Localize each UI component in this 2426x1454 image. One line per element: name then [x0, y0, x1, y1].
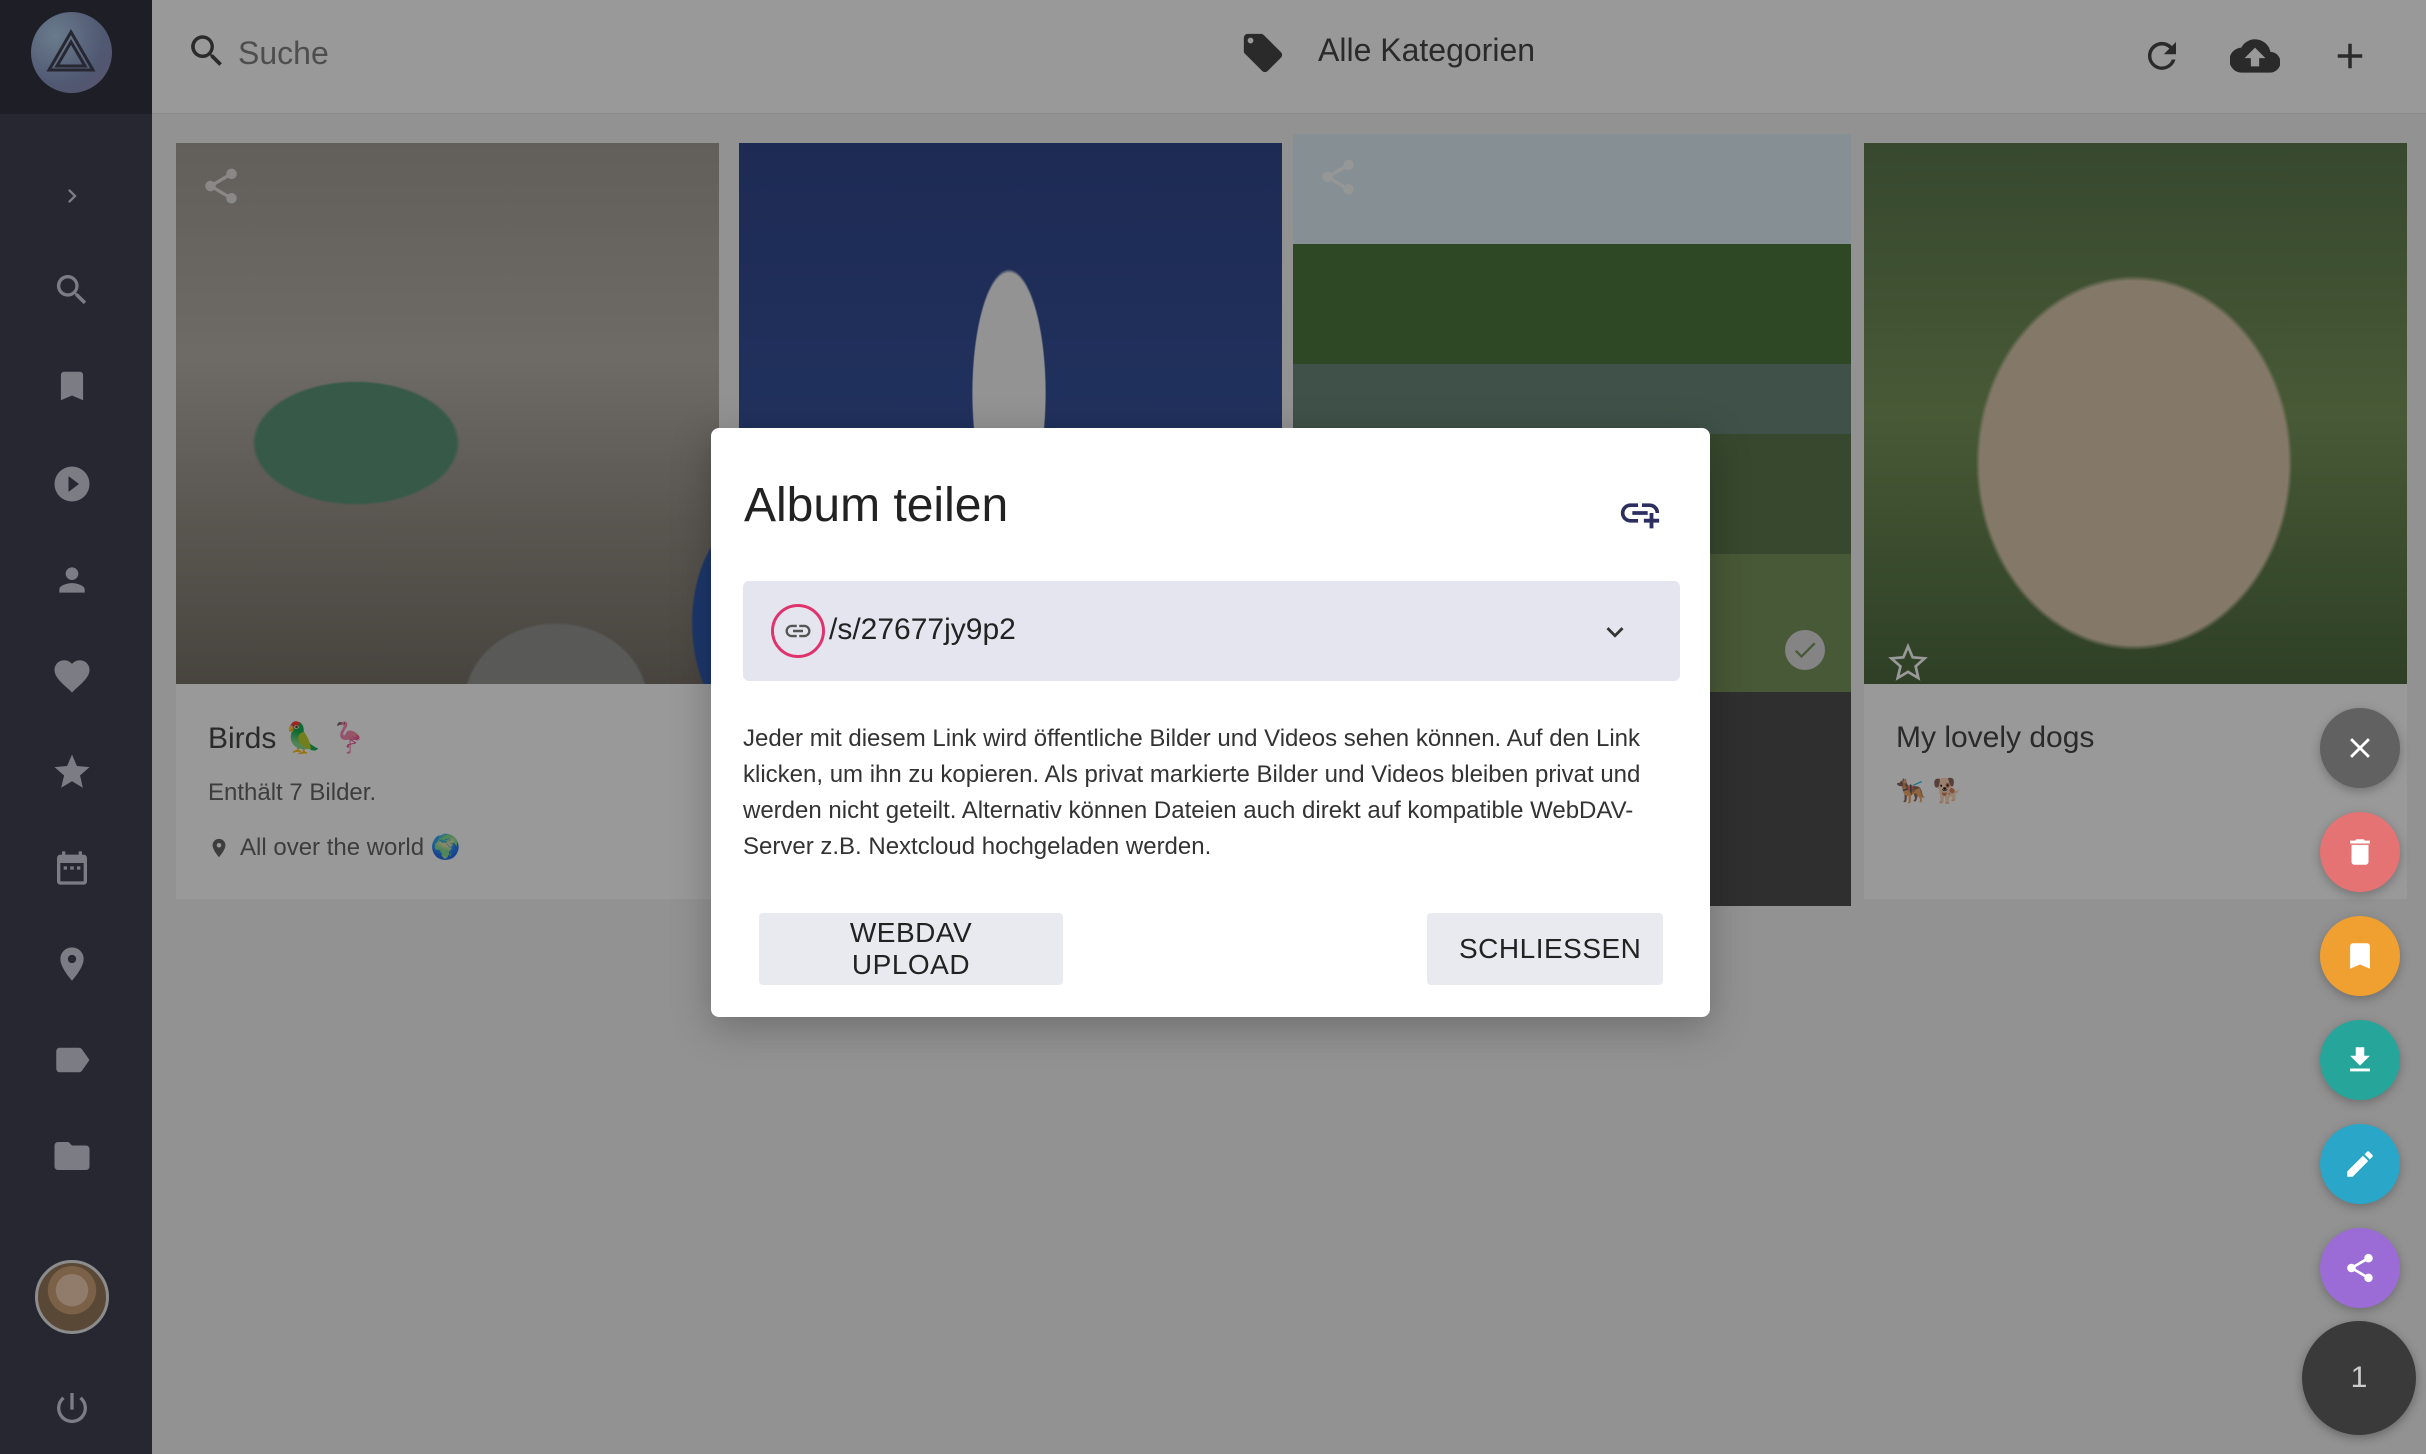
bookmark-icon — [2350, 943, 2370, 969]
chevron-down-icon[interactable] — [1598, 615, 1632, 649]
selection-count-button[interactable]: 1 — [2302, 1321, 2416, 1435]
close-icon — [2350, 738, 2370, 758]
bookmark-button[interactable] — [2320, 916, 2400, 996]
download-icon — [2350, 1047, 2370, 1072]
delete-button[interactable] — [2320, 812, 2400, 892]
copy-link-button[interactable] — [771, 604, 825, 658]
close-dialog-button[interactable]: SCHLIESSEN — [1427, 913, 1663, 985]
dialog-title: Album teilen — [744, 479, 1009, 532]
dialog-description: Jeder mit diesem Link wird öffentliche B… — [743, 725, 1641, 860]
trash-icon — [2350, 839, 2370, 865]
add-link-icon — [1620, 503, 1660, 529]
webdav-upload-button[interactable]: WEBDAV UPLOAD — [759, 913, 1063, 985]
pencil-icon — [2347, 1151, 2373, 1177]
share-link-select[interactable]: /s/27677jy9p2 — [743, 581, 1680, 681]
clear-selection-button[interactable] — [2320, 708, 2400, 788]
link-icon — [785, 624, 811, 638]
share-album-dialog: Album teilen /s/27677jy9p2 Jeder mit die… — [711, 428, 1710, 1017]
edit-button[interactable] — [2320, 1124, 2400, 1204]
share-button[interactable] — [2320, 1228, 2400, 1308]
share-icon — [2347, 1253, 2373, 1283]
download-button[interactable] — [2320, 1020, 2400, 1100]
share-link-value[interactable]: /s/27677jy9p2 — [829, 613, 1016, 647]
add-link-button[interactable] — [1612, 488, 1668, 538]
